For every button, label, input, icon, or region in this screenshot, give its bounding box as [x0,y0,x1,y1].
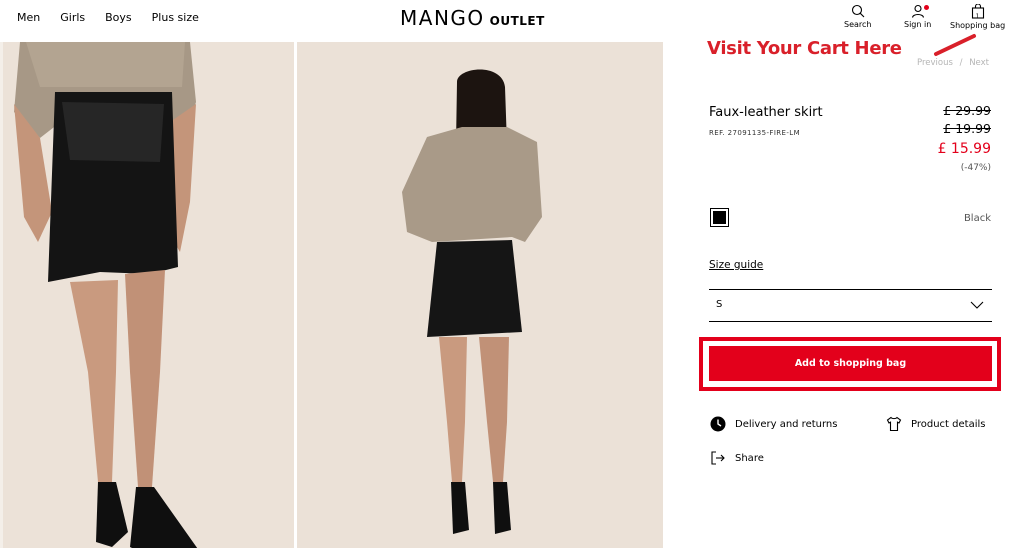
search-button[interactable]: Search [844,4,871,29]
size-select[interactable]: S [709,289,992,322]
next-link[interactable]: Next [969,58,989,68]
signin-button[interactable]: Sign in [904,4,931,29]
product-title: Faux-leather skirt [709,105,823,120]
share-icon [711,451,725,465]
product-image-back[interactable] [297,42,663,548]
nav-plus-size[interactable]: Plus size [152,11,199,24]
product-photo-front [0,42,294,548]
product-photo-back [297,42,663,548]
site-header: Men Girls Boys Plus size MANGO OUTLET Se… [0,0,1024,42]
product-details-link[interactable]: Product details [886,416,985,432]
search-label: Search [844,20,872,29]
share-label: Share [735,452,764,464]
add-to-bag-label: Add to shopping bag [794,358,907,369]
pager-separator: / [959,58,963,68]
user-icon [911,4,924,18]
nav-boys[interactable]: Boys [105,11,132,24]
swatch-fill [713,211,726,224]
shopping-bag-button[interactable]: 1 Shopping bag [950,4,1005,30]
bag-count: 1 [975,13,980,20]
logo-sub: OUTLET [489,14,545,28]
selected-size: S [716,299,723,310]
color-name: Black [963,213,991,224]
product-image-front[interactable] [0,42,294,548]
logo[interactable]: MANGO OUTLET [400,6,545,30]
notification-dot [923,5,929,10]
main-nav: Men Girls Boys Plus size [17,11,199,24]
product-ref: REF. 27091135-FIRE-LM [709,129,801,137]
price-current: £ 15.99 [937,141,991,157]
previous-link[interactable]: Previous [917,58,953,68]
shirt-icon [886,416,902,432]
chevron-down-icon [970,301,984,309]
size-guide-link[interactable]: Size guide [709,259,763,271]
price-original: £ 29.99 [943,103,991,118]
search-icon [851,4,865,18]
add-to-bag-button[interactable]: Add to shopping bag [709,346,992,381]
signin-label: Sign in [904,20,932,29]
clock-icon [710,416,726,432]
shopping-bag-label: Shopping bag [950,21,1006,30]
nav-men[interactable]: Men [17,11,40,24]
cart-annotation: Visit Your Cart Here [707,38,902,59]
details-label: Product details [911,418,986,430]
pager: Previous / Next [917,58,989,68]
annotation-arrow-icon [934,34,976,56]
price-previous: £ 19.99 [943,121,991,136]
delivery-returns-link[interactable]: Delivery and returns [710,416,837,432]
delivery-label: Delivery and returns [735,418,838,430]
logo-main: MANGO [400,6,485,30]
share-link[interactable]: Share [710,450,764,466]
discount-badge: (-47%) [960,163,991,173]
nav-girls[interactable]: Girls [60,11,85,24]
color-swatch-black[interactable] [710,208,729,227]
